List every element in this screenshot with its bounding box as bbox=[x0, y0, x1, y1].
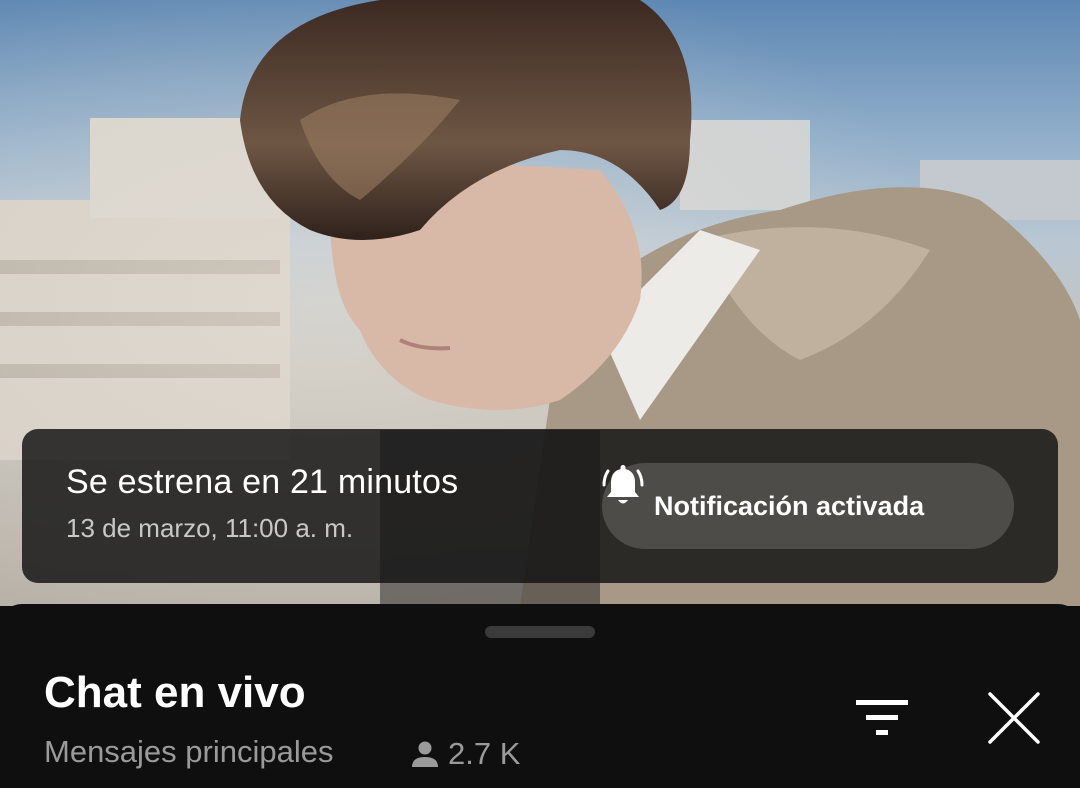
chat-title: Chat en vivo bbox=[44, 668, 306, 717]
close-icon[interactable] bbox=[982, 686, 1046, 750]
filter-icon[interactable] bbox=[850, 692, 914, 748]
premiere-date: 13 de marzo, 11:00 a. m. bbox=[66, 513, 354, 543]
bell-ringing-icon bbox=[602, 465, 644, 504]
viewer-count-value: 2.7 K bbox=[448, 736, 521, 771]
notification-button-label: Notificación activada bbox=[654, 490, 925, 521]
drag-handle[interactable] bbox=[485, 626, 595, 638]
live-chat-panel: Chat en vivo Mensajes principales 2.7 K bbox=[0, 604, 1080, 788]
notification-button[interactable]: Notificación activada bbox=[602, 463, 1014, 549]
person-icon bbox=[412, 741, 438, 767]
viewer-count: 2.7 K bbox=[410, 734, 520, 774]
premiere-banner: Se estrena en 21 minutos 13 de marzo, 11… bbox=[22, 429, 1058, 583]
premiere-countdown: Se estrena en 21 minutos bbox=[66, 463, 459, 501]
video-thumbnail[interactable]: Se estrena en 21 minutos 13 de marzo, 11… bbox=[0, 0, 1080, 606]
chat-mode-selector[interactable]: Mensajes principales bbox=[44, 734, 333, 770]
